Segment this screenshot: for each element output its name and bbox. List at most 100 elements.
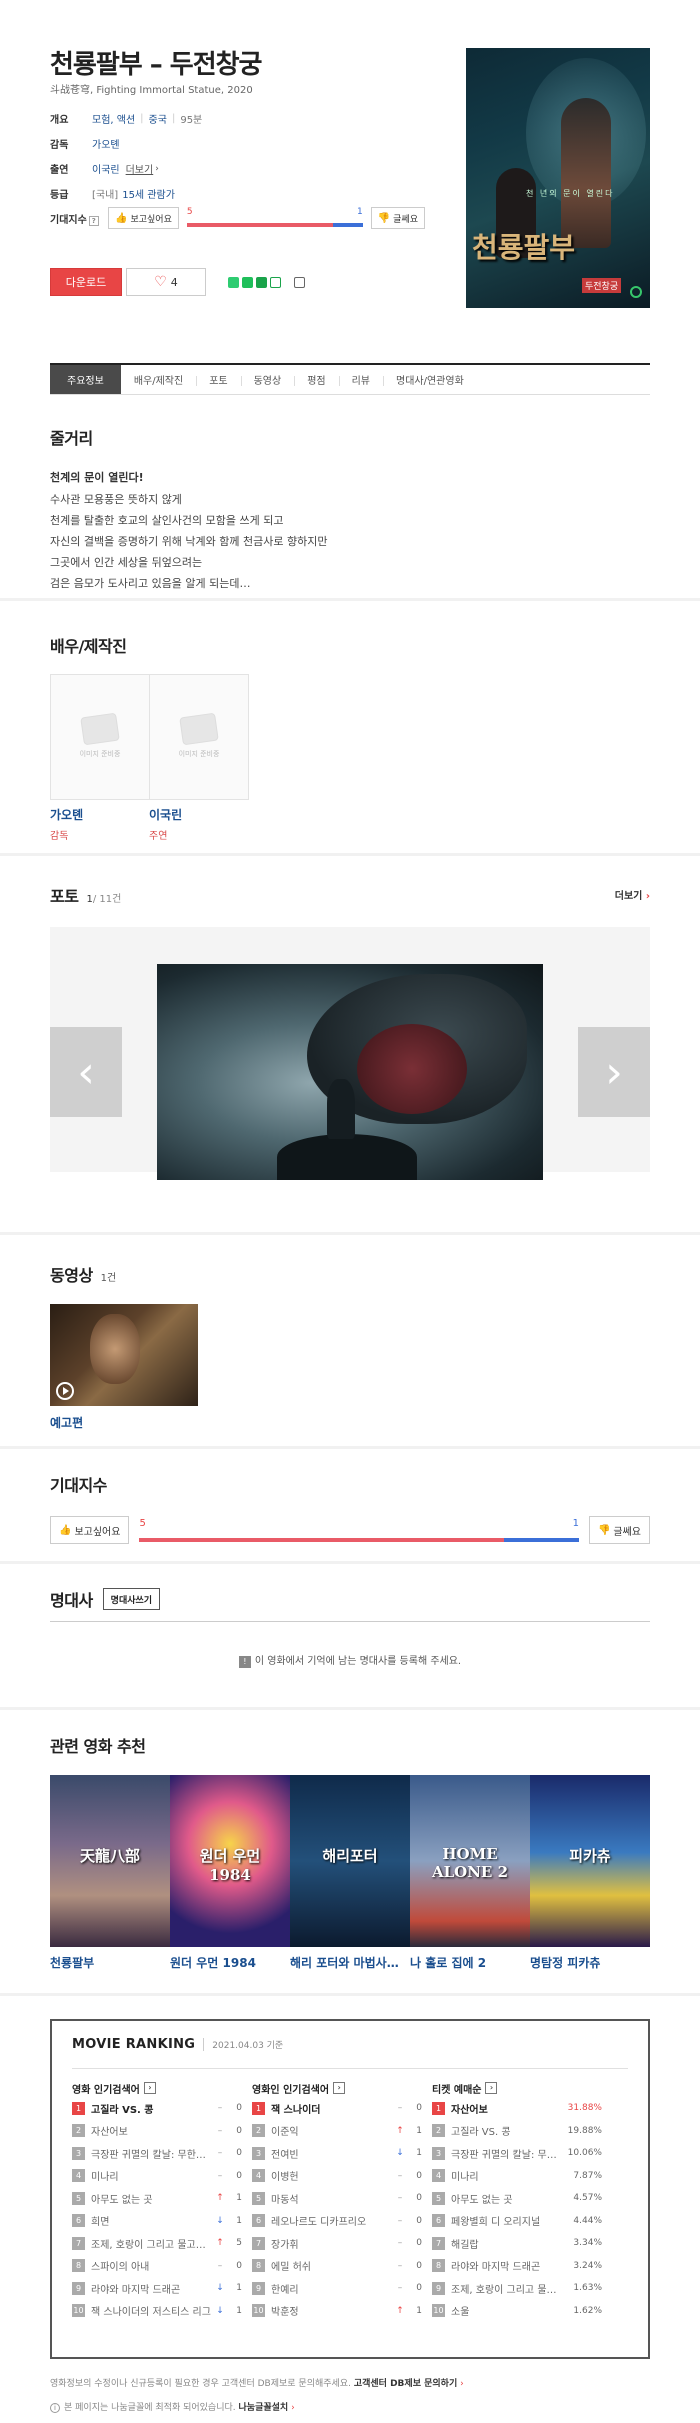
db-report-link[interactable]: 고객센터 DB제보 문의하기: [354, 2379, 457, 2389]
ranking-row[interactable]: 4 미나리 – 0: [72, 2165, 242, 2188]
tab-video[interactable]: 동영상: [240, 365, 295, 394]
tab-cast[interactable]: 배우/제작진: [121, 365, 196, 394]
line-share-icon[interactable]: [228, 276, 239, 288]
ranking-row[interactable]: 4 미나리 7.87%: [432, 2165, 602, 2188]
ranking-row[interactable]: 8 에밀 허쉬 – 0: [252, 2255, 422, 2278]
cast-more-link[interactable]: 더보기: [126, 161, 154, 176]
rank-title[interactable]: 한예리: [271, 2281, 394, 2296]
video-thumbnail[interactable]: [50, 1304, 198, 1406]
country-link[interactable]: 중국: [149, 111, 167, 126]
tab-quotes-related[interactable]: 명대사/연관영화: [383, 365, 477, 394]
related-poster[interactable]: 피카츄: [530, 1775, 650, 1947]
ranking-row[interactable]: 5 마동석 – 0: [252, 2187, 422, 2210]
ranking-column-header[interactable]: 영화 인기검색어 ›: [72, 2079, 242, 2097]
rank-title[interactable]: 박훈정: [271, 2303, 394, 2318]
ranking-row[interactable]: 1 잭 스나이더 – 0: [252, 2097, 422, 2120]
rank-title[interactable]: 에밀 허쉬: [271, 2258, 394, 2273]
cast-name[interactable]: 이국린: [149, 806, 249, 823]
ranking-row[interactable]: 2 자산어보 – 0: [72, 2120, 242, 2143]
photo-more-link[interactable]: 더보기 ›: [615, 887, 650, 902]
ranking-row[interactable]: 3 전여빈 ↓ 1: [252, 2142, 422, 2165]
prev-photo-button[interactable]: ‹: [50, 1027, 122, 1117]
meh-button[interactable]: 👎 글쎄요: [588, 1516, 650, 1544]
ranking-row[interactable]: 7 조제, 호랑이 그리고 물고기들 ↑ 5: [72, 2232, 242, 2255]
ranking-row[interactable]: 9 조제, 호랑이 그리고 물고기들 1.63%: [432, 2277, 602, 2300]
rank-title[interactable]: 아무도 없는 곳: [91, 2191, 214, 2206]
ranking-row[interactable]: 2 이준익 ↑ 1: [252, 2120, 422, 2143]
ranking-row[interactable]: 9 한예리 – 0: [252, 2277, 422, 2300]
ranking-row[interactable]: 2 고질라 VS. 콩 19.88%: [432, 2120, 602, 2143]
rank-title[interactable]: 라야와 마지막 드래곤: [451, 2258, 558, 2273]
rank-title[interactable]: 전여빈: [271, 2146, 394, 2161]
rank-title[interactable]: 극장판 귀멸의 칼날: 무한열차편: [91, 2146, 214, 2161]
share-icon[interactable]: [294, 276, 305, 288]
ranking-row[interactable]: 7 장가휘 – 0: [252, 2232, 422, 2255]
rank-title[interactable]: 마동석: [271, 2191, 394, 2206]
related-movie[interactable]: 피카츄 명탐정 피카츄: [530, 1775, 650, 1971]
want-to-see-button[interactable]: 👍 보고싶어요: [50, 1516, 130, 1544]
rank-title[interactable]: 조제, 호랑이 그리고 물고기들: [451, 2281, 558, 2296]
write-quote-button[interactable]: 명대사쓰기: [102, 1588, 161, 1610]
tab-photo[interactable]: 포토: [196, 365, 240, 394]
ranking-row[interactable]: 3 극장판 귀멸의 칼날: 무한열차편 10.06%: [432, 2142, 602, 2165]
cast-link[interactable]: 이국린: [92, 161, 120, 176]
rank-title[interactable]: 해길랍: [451, 2236, 558, 2251]
related-poster[interactable]: HOME ALONE 2: [410, 1775, 530, 1947]
related-movie-title[interactable]: 나 홀로 집에 2: [410, 1954, 522, 1971]
rank-title[interactable]: 고질라 VS. 콩: [451, 2123, 558, 2138]
play-icon[interactable]: [56, 1382, 74, 1400]
cast-card[interactable]: 이미지 준비중 이국린 주연: [149, 674, 249, 842]
install-font-link[interactable]: 나눔글꼴설치: [239, 2403, 289, 2413]
related-movie[interactable]: HOME ALONE 2 나 홀로 집에 2: [410, 1775, 530, 1971]
rank-title[interactable]: 고질라 VS. 콩: [91, 2101, 214, 2116]
ranking-row[interactable]: 1 자산어보 31.88%: [432, 2097, 602, 2120]
ranking-column-header[interactable]: 티켓 예매순 ›: [432, 2079, 602, 2097]
rank-title[interactable]: 이병헌: [271, 2168, 394, 2183]
related-poster[interactable]: 天龍八部: [50, 1775, 170, 1947]
ranking-row[interactable]: 10 소울 1.62%: [432, 2300, 602, 2323]
director-link[interactable]: 가오톈: [92, 136, 120, 151]
tab-review[interactable]: 리뷰: [338, 365, 383, 394]
ranking-row[interactable]: 10 잭 스나이더의 저스티스 리그 ↓ 1: [72, 2300, 242, 2323]
help-icon[interactable]: ?: [88, 215, 99, 226]
chevron-right-icon[interactable]: ›: [143, 2082, 156, 2094]
related-movie-title[interactable]: 명탐정 피카츄: [530, 1954, 642, 1971]
rank-title[interactable]: 자산어보: [451, 2101, 558, 2116]
zoom-icon[interactable]: [630, 286, 642, 298]
ranking-row[interactable]: 4 이병헌 – 0: [252, 2165, 422, 2188]
download-button[interactable]: 다운로드: [50, 268, 122, 296]
related-movie-title[interactable]: 해리 포터와 마법사의 돌: [290, 1954, 402, 1971]
rank-title[interactable]: 장가휘: [271, 2236, 394, 2251]
cast-name[interactable]: 가오톈: [50, 806, 150, 823]
ranking-row[interactable]: 6 희면 ↓ 1: [72, 2210, 242, 2233]
rank-title[interactable]: 스파이의 아내: [91, 2258, 214, 2273]
like-button[interactable]: ♡ 4: [126, 268, 206, 296]
ranking-column-header[interactable]: 영화인 인기검색어 ›: [252, 2079, 422, 2097]
genre-link[interactable]: 모험, 액션: [92, 111, 135, 126]
rank-title[interactable]: 극장판 귀멸의 칼날: 무한열차편: [451, 2146, 558, 2161]
ranking-row[interactable]: 8 스파이의 아내 – 0: [72, 2255, 242, 2278]
related-movie-title[interactable]: 천룡팔부: [50, 1954, 162, 1971]
movie-poster[interactable]: 천 년의 문이 열린다 천룡팔부 두전창궁: [466, 48, 650, 308]
rank-title[interactable]: 잭 스나이더의 저스티스 리그: [91, 2303, 214, 2318]
ranking-row[interactable]: 1 고질라 VS. 콩 – 0: [72, 2097, 242, 2120]
tab-rating[interactable]: 평점: [294, 365, 338, 394]
want-to-see-button[interactable]: 👍 보고싶어요: [108, 207, 179, 229]
related-poster[interactable]: 해리포터: [290, 1775, 410, 1947]
rank-title[interactable]: 미나리: [451, 2168, 558, 2183]
rank-title[interactable]: 이준익: [271, 2123, 394, 2138]
related-movie-title[interactable]: 원더 우먼 1984: [170, 1954, 282, 1971]
rank-title[interactable]: 조제, 호랑이 그리고 물고기들: [91, 2236, 214, 2251]
ranking-row[interactable]: 6 페왕별희 디 오리지널 4.44%: [432, 2210, 602, 2233]
band-share-icon[interactable]: [242, 276, 253, 288]
related-poster[interactable]: 원더 우먼 1984: [170, 1775, 290, 1947]
rank-title[interactable]: 미나리: [91, 2168, 214, 2183]
ranking-row[interactable]: 10 박훈정 ↑ 1: [252, 2300, 422, 2323]
rank-title[interactable]: 레오나르도 디카프리오: [271, 2213, 394, 2228]
ranking-row[interactable]: 7 해길랍 3.34%: [432, 2232, 602, 2255]
kakao-share-icon[interactable]: [256, 276, 267, 288]
tab-main-info[interactable]: 주요정보: [50, 365, 121, 394]
video-name[interactable]: 예고편: [50, 1414, 198, 1431]
photo-still[interactable]: [157, 964, 543, 1180]
rank-title[interactable]: 라야와 마지막 드래곤: [91, 2281, 214, 2296]
